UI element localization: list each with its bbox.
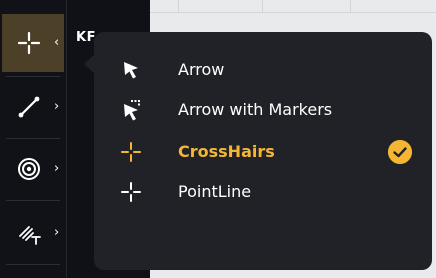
drawing-toolbar: ‹ › › › <box>0 0 67 278</box>
target-icon <box>18 158 40 180</box>
grid-line <box>150 12 436 13</box>
crosshairs-tool-button[interactable]: ‹ <box>2 14 64 72</box>
symbol-label: KF <box>76 30 96 45</box>
menu-item-label: CrossHairs <box>178 142 275 161</box>
menu-item-label: Arrow with Markers <box>178 100 333 119</box>
divider <box>6 138 60 139</box>
line-icon <box>18 96 40 118</box>
menu-pointer <box>84 55 94 73</box>
menu-item-arrow-with-markers[interactable]: Arrow with Markers <box>94 90 432 130</box>
menu-item-label: Arrow <box>178 60 225 79</box>
crosshair-icon <box>17 31 41 55</box>
chevron-left-icon: ‹ <box>54 35 60 50</box>
crosshairs-dropdown-menu: Arrow Arrow with Markers CrossHairs Poin… <box>94 32 432 270</box>
menu-item-pointline[interactable]: PointLine <box>94 172 432 212</box>
line-tool-button[interactable]: › <box>2 78 64 136</box>
pen-text-icon <box>19 226 41 245</box>
menu-item-label: PointLine <box>178 182 252 201</box>
divider <box>6 200 60 201</box>
grid-line <box>350 0 351 12</box>
divider <box>6 264 60 265</box>
crosshair-icon <box>121 182 141 202</box>
text-tool-button[interactable]: › <box>2 204 64 262</box>
chevron-right-icon: › <box>54 99 60 114</box>
grid-line <box>178 0 179 12</box>
menu-item-arrow[interactable]: Arrow <box>94 50 432 90</box>
menu-item-crosshairs[interactable]: CrossHairs <box>94 132 432 172</box>
divider <box>6 76 60 77</box>
arrow-cursor-icon <box>124 62 138 79</box>
grid-line <box>262 0 263 12</box>
chevron-right-icon: › <box>54 225 60 240</box>
arrow-markers-icon <box>124 100 140 121</box>
crosshair-icon <box>121 142 141 162</box>
chevron-right-icon: › <box>54 161 60 176</box>
shape-tool-button[interactable]: › <box>2 140 64 198</box>
check-icon <box>388 140 412 164</box>
